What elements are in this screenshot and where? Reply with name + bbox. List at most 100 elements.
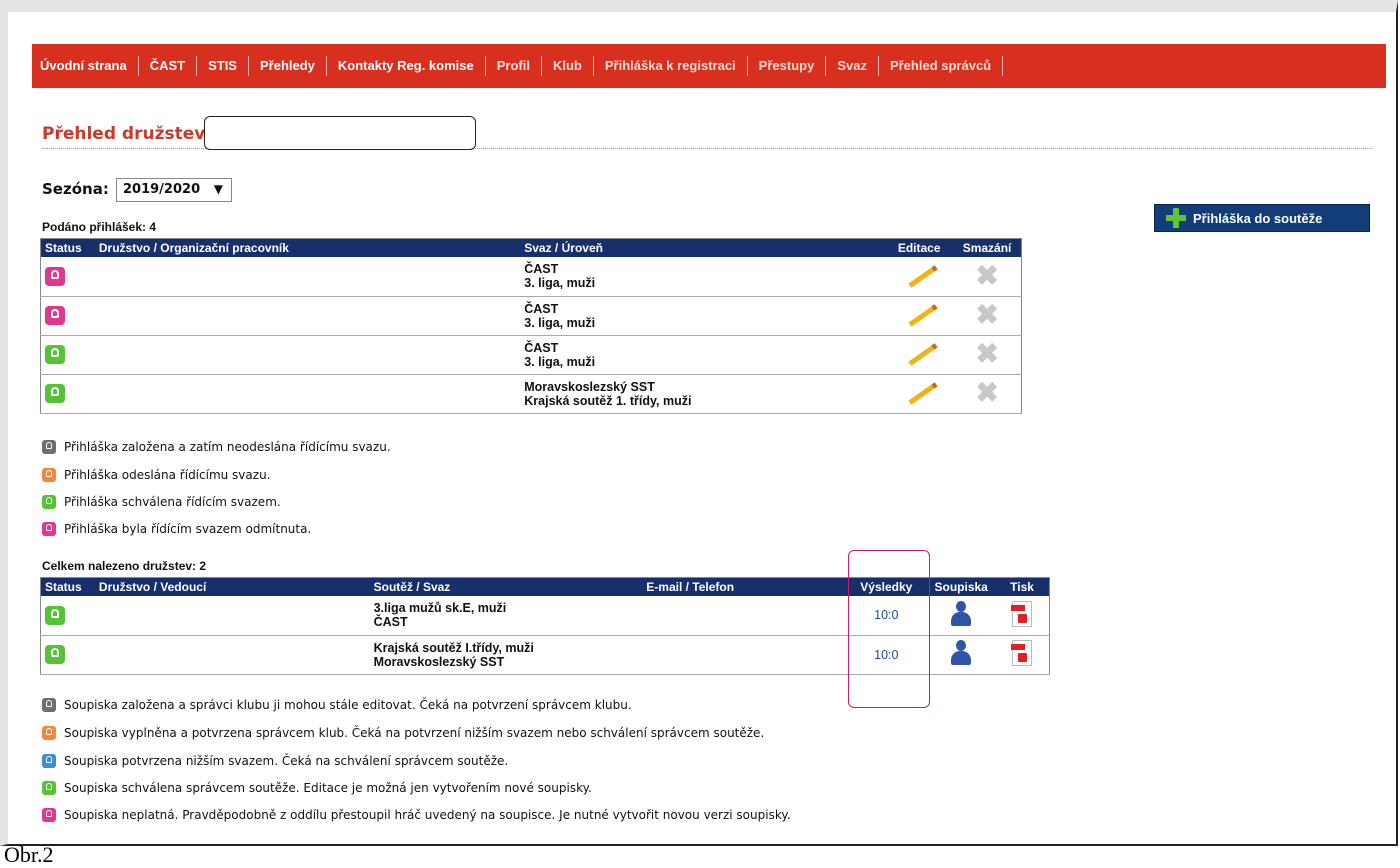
col-soupiska: Soupiska <box>927 577 996 596</box>
legend-text: Přihláška založena a zatím neodeslána ří… <box>64 440 391 454</box>
lock-icon <box>42 754 56 768</box>
plus-icon <box>1165 207 1187 229</box>
legend-item: Soupiska potvrzena nižším svazem. Čeká n… <box>42 754 508 768</box>
table-row: ČAST 3. liga, muži ✖ <box>40 335 1022 375</box>
edit-cell <box>885 374 954 414</box>
lock-icon <box>42 495 56 509</box>
lock-icon <box>42 522 56 536</box>
roster-cell <box>927 635 996 675</box>
status-cell <box>40 596 95 636</box>
chevron-down-icon: ▼ <box>213 182 223 196</box>
nav-item-stis[interactable]: STIS <box>197 56 249 76</box>
legend-text: Soupiska potvrzena nižším svazem. Čeká n… <box>64 754 509 768</box>
status-cell <box>40 635 95 675</box>
pdf-icon[interactable] <box>1011 600 1033 627</box>
lock-icon <box>45 384 65 403</box>
lock-icon <box>42 698 56 712</box>
legend-item: Soupiska založena a správci klubu ji moh… <box>42 698 632 712</box>
svaz-cell: ČAST 3. liga, muži <box>520 335 886 375</box>
legend-item: Přihláška odeslána řídícímu svazu. <box>42 468 270 482</box>
email-cell <box>642 596 846 636</box>
lock-icon <box>45 266 65 286</box>
status-cell <box>40 257 95 297</box>
col-druzstvo: Družstvo / Organizační pracovník <box>94 238 521 257</box>
col-editace: Editace <box>885 238 954 257</box>
apply-button-label: Přihláška do soutěže <box>1193 210 1323 226</box>
nav-item-kontakty[interactable]: Kontakty Reg. komise <box>327 56 486 76</box>
edit-cell <box>885 257 954 297</box>
svaz-cell: ČAST 3. liga, muži <box>520 257 886 297</box>
season-value: 2019/2020 <box>123 182 201 197</box>
legend-text: Přihláška odeslána řídícímu svazu. <box>64 468 271 482</box>
nav-item-prestupy[interactable]: Přestupy <box>748 56 827 76</box>
legend-text: Soupiska schválena správcem soutěže. Edi… <box>64 781 592 795</box>
legend-text: Přihláška byla řídícím svazem odmítnuta. <box>64 522 312 536</box>
col-email: E-mail / Telefon <box>642 577 846 596</box>
lock-icon <box>45 345 65 364</box>
nav-item-prehledy[interactable]: Přehledy <box>249 56 327 76</box>
svaz-name: ČAST <box>373 615 408 630</box>
nav-item-cast[interactable]: ČAST <box>139 56 198 76</box>
svaz-name: ČAST <box>524 262 559 277</box>
roster-icon[interactable] <box>948 639 974 667</box>
print-cell <box>995 596 1050 636</box>
print-cell <box>995 635 1050 675</box>
delete-icon[interactable]: ✖ <box>975 299 998 330</box>
col-svaz: Svaz / Úroveň <box>520 238 886 257</box>
pencil-icon[interactable] <box>905 264 933 286</box>
nav-item-uvodni-strana[interactable]: Úvodní strana <box>32 56 139 76</box>
roster-icon[interactable] <box>948 600 974 628</box>
nav-item-prihlaska[interactable]: Přihláška k registraci <box>594 56 748 76</box>
lock-icon <box>45 605 65 625</box>
legend-item: Přihláška byla řídícím svazem odmítnuta. <box>42 522 311 536</box>
teams-count: Celkem nalezeno družstev: 2 <box>42 559 207 573</box>
delete-cell: ✖ <box>953 257 1022 297</box>
level-name: Krajská soutěž 1. třídy, muži <box>524 393 692 408</box>
delete-icon[interactable]: ✖ <box>975 377 998 408</box>
status-cell <box>40 335 95 375</box>
col-status: Status <box>40 238 95 257</box>
svaz-cell: ČAST 3. liga, muži <box>520 296 886 336</box>
pdf-icon[interactable] <box>1011 640 1033 666</box>
svaz-cell: Moravskoslezský SST Krajská soutěž 1. tří… <box>520 374 886 414</box>
table-row: ČAST 3. liga, muži ✖ <box>40 257 1022 297</box>
nav-item-svaz[interactable]: Svaz <box>826 56 879 76</box>
col-status: Status <box>40 577 95 596</box>
page-title: Přehled družstev <box>42 124 206 144</box>
col-smazani: Smazání <box>953 238 1022 257</box>
delete-cell: ✖ <box>953 296 1022 336</box>
nav-item-prehled-spravcu[interactable]: Přehled správců <box>879 56 1004 76</box>
delete-cell: ✖ <box>953 335 1022 375</box>
table-row: ČAST 3. liga, muži ✖ <box>40 296 1022 336</box>
lock-icon <box>42 781 56 795</box>
level-name: 3. liga, muži <box>524 315 596 330</box>
pencil-icon[interactable] <box>905 342 933 364</box>
team-cell <box>94 296 521 336</box>
legend-text: Soupiska vyplněna a potvrzena správcem k… <box>64 726 765 740</box>
apply-to-competition-button[interactable]: Přihláška do soutěže <box>1154 204 1370 232</box>
pencil-icon[interactable] <box>905 381 933 403</box>
roster-cell <box>927 596 996 636</box>
season-select[interactable]: 2019/2020 ▼ <box>116 178 232 202</box>
competition-name: Krajská soutěž I.třídy, muži <box>373 640 534 655</box>
edit-cell <box>885 296 954 336</box>
pencil-icon[interactable] <box>905 303 933 325</box>
level-name: 3. liga, muži <box>524 276 596 291</box>
legend-item: Soupiska vyplněna a potvrzena správcem k… <box>42 726 764 740</box>
legend-text: Soupiska založena a správci klubu ji moh… <box>64 698 632 712</box>
level-name: 3. liga, muži <box>524 354 596 369</box>
delete-icon[interactable]: ✖ <box>975 338 998 369</box>
nav-item-profil[interactable]: Profil <box>486 56 542 76</box>
col-soutez: Soutěž / Svaz <box>369 577 643 596</box>
team-cell <box>94 635 370 675</box>
annotation-highlight <box>848 550 930 708</box>
legend-item: Přihláška schválena řídícím svazem. <box>42 495 281 509</box>
competition-name: 3.liga mužů sk.E, muži <box>373 601 507 616</box>
svaz-name: Moravskoslezský SST <box>524 379 655 394</box>
lock-icon <box>45 645 65 664</box>
nav-item-klub[interactable]: Klub <box>542 56 594 76</box>
delete-icon[interactable]: ✖ <box>975 260 998 291</box>
top-navigation: Úvodní strana ČAST STIS Přehledy Kontakt… <box>32 44 1386 88</box>
legend-item: Soupiska neplatná. Pravděpodobně z oddíl… <box>42 808 791 822</box>
applications-count: Podáno přihlášek: 4 <box>42 220 157 234</box>
